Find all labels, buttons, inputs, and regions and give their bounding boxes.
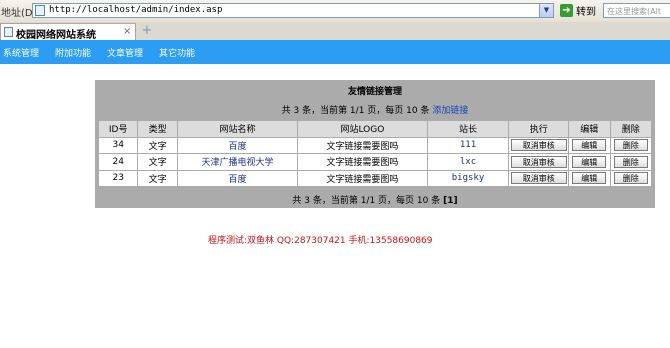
nav-item-other[interactable]: 其它功能 xyxy=(159,46,195,59)
cell-site-name: 天津广播电视大学 xyxy=(177,154,298,170)
column-header: 网站名称 xyxy=(177,121,298,137)
links-panel: 友情链接管理 共 3 条，当前第 1/1 页，每页 10 条 添加链接 ID号 … xyxy=(95,80,655,208)
edit-button[interactable]: 编辑 xyxy=(572,155,607,168)
column-header: 类型 xyxy=(138,121,177,137)
url-input[interactable]: http://localhost/admin/index.asp ▼ xyxy=(32,3,554,18)
column-header: 删除 xyxy=(610,121,651,137)
cell-owner: 111 xyxy=(427,137,509,153)
page-link-current[interactable]: [1] xyxy=(443,196,458,206)
cell-edit: 编辑 xyxy=(569,154,610,170)
cell-delete: 删除 xyxy=(610,137,651,153)
cell-owner: lxc xyxy=(427,154,509,170)
column-header: 执行 xyxy=(509,121,569,137)
cell-logo: 文字链接需要图吗 xyxy=(298,170,427,186)
delete-button[interactable]: 删除 xyxy=(613,155,648,168)
page-icon xyxy=(4,27,13,37)
nav-item-articles[interactable]: 文章管理 xyxy=(107,46,143,59)
cell-owner: bigsky xyxy=(427,170,509,186)
chevron-down-icon[interactable]: ▼ xyxy=(539,4,553,17)
address-bar: 地址(D) http://localhost/admin/index.asp ▼… xyxy=(0,0,670,23)
cell-site-name: 百度 xyxy=(177,170,298,186)
cell-delete: 删除 xyxy=(610,170,651,186)
cancel-approval-button[interactable]: 取消审核 xyxy=(510,172,567,185)
edit-button[interactable]: 编辑 xyxy=(572,172,607,185)
cell-type: 文字 xyxy=(138,137,177,153)
cell-logo: 文字链接需要图吗 xyxy=(298,137,427,153)
edit-button[interactable]: 编辑 xyxy=(572,139,607,152)
cell-id: 23 xyxy=(99,170,138,186)
cell-type: 文字 xyxy=(138,154,177,170)
close-icon[interactable]: × xyxy=(123,26,131,37)
table-row: 24 文字 天津广播电视大学 文字链接需要图吗 lxc 取消审核 编辑 删除 xyxy=(99,154,651,170)
search-placeholder: 在这里搜索(Alt xyxy=(607,7,661,16)
url-text: http://localhost/admin/index.asp xyxy=(49,5,223,15)
cell-edit: 编辑 xyxy=(569,170,610,186)
links-table: ID号 类型 网站名称 网站LOGO 站长 执行 编辑 删除 34 文字 百度 … xyxy=(98,120,652,187)
column-header: 网站LOGO xyxy=(298,121,427,137)
delete-button[interactable]: 删除 xyxy=(613,139,648,152)
column-header: 编辑 xyxy=(569,121,610,137)
panel-info: 共 3 条，当前第 1/1 页，每页 10 条 添加链接 xyxy=(95,103,655,116)
column-header: ID号 xyxy=(99,121,138,137)
cancel-approval-button[interactable]: 取消审核 xyxy=(510,139,567,152)
cell-logo: 文字链接需要图吗 xyxy=(298,154,427,170)
search-input[interactable]: 在这里搜索(Alt xyxy=(603,3,670,18)
cell-action: 取消审核 xyxy=(509,137,569,153)
cell-id: 34 xyxy=(99,137,138,153)
nav-item-system[interactable]: 系统管理 xyxy=(3,46,39,59)
new-tab-icon[interactable]: + xyxy=(140,24,154,37)
cell-edit: 编辑 xyxy=(569,137,610,153)
column-header: 站长 xyxy=(427,121,509,137)
page-summary: 共 3 条，当前第 1/1 页，每页 10 条 xyxy=(292,196,441,206)
table-header-row: ID号 类型 网站名称 网站LOGO 站长 执行 编辑 删除 xyxy=(99,121,651,137)
go-arrow-icon: ➔ xyxy=(560,4,573,17)
table-row: 34 文字 百度 文字链接需要图吗 111 取消审核 编辑 删除 xyxy=(99,137,651,153)
table-row: 23 文字 百度 文字链接需要图吗 bigsky 取消审核 编辑 删除 xyxy=(99,170,651,186)
tab-bar: 校园网络网站系统 × + xyxy=(0,22,670,41)
tab-active[interactable]: 校园网络网站系统 × xyxy=(0,23,136,41)
go-button[interactable]: ➔ 转到 xyxy=(560,3,596,18)
credit-text: 程序测试:双鱼林 QQ:287307421 手机:13558690869 xyxy=(208,236,433,246)
nav-item-extra[interactable]: 附加功能 xyxy=(55,46,91,59)
cell-type: 文字 xyxy=(138,170,177,186)
top-nav: 系统管理 附加功能 文章管理 其它功能 xyxy=(0,40,670,64)
cell-action: 取消审核 xyxy=(509,154,569,170)
cell-action: 取消审核 xyxy=(509,170,569,186)
tab-title: 校园网络网站系统 xyxy=(16,30,96,41)
add-link-button[interactable]: 添加链接 xyxy=(432,106,468,116)
pagination: 共 3 条，当前第 1/1 页，每页 10 条 [1] xyxy=(95,193,655,206)
cancel-approval-button[interactable]: 取消审核 xyxy=(510,155,567,168)
page-summary: 共 3 条，当前第 1/1 页，每页 10 条 xyxy=(281,106,430,116)
page-icon xyxy=(35,5,45,16)
cell-delete: 删除 xyxy=(610,154,651,170)
cell-site-name: 百度 xyxy=(177,137,298,153)
panel-title: 友情链接管理 xyxy=(347,87,402,97)
go-label: 转到 xyxy=(576,7,596,18)
cell-id: 24 xyxy=(99,154,138,170)
delete-button[interactable]: 删除 xyxy=(613,172,648,185)
